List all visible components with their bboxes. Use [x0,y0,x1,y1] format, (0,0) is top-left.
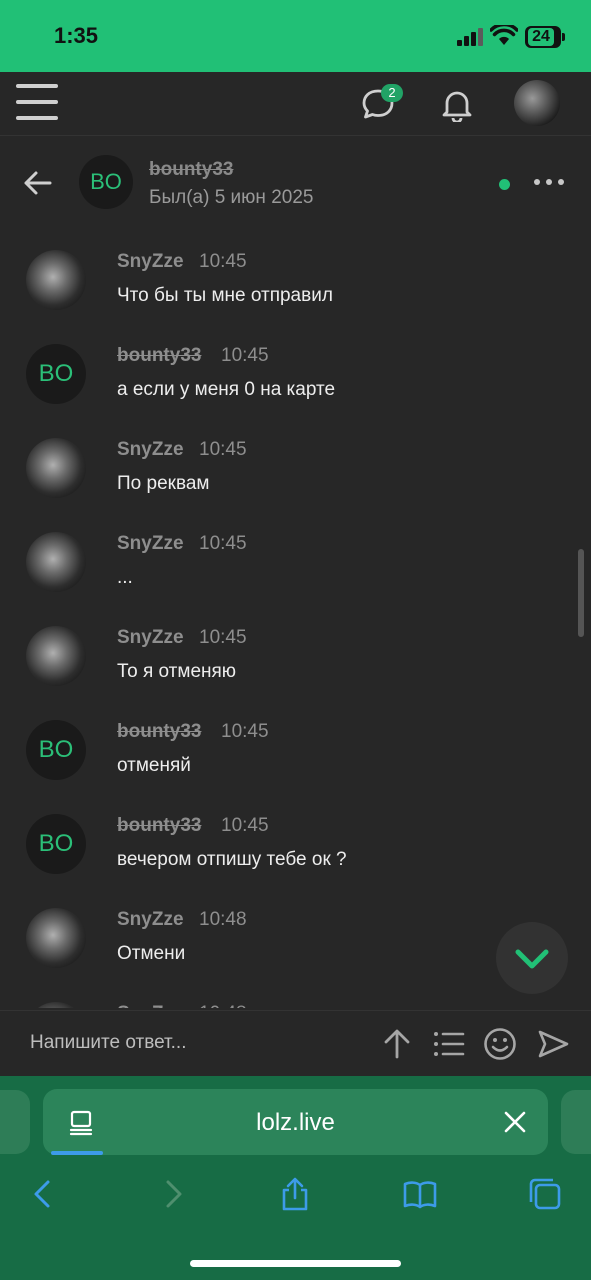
message-item[interactable]: BO bounty33 10:45 вечером отпишу тебе ок ? [0,800,591,894]
forward-arrow-icon[interactable] [154,1176,190,1212]
online-indicator [499,179,510,190]
message-time: 10:45 [221,721,269,742]
message-text: По реквам [117,473,210,494]
wifi-icon [490,25,518,45]
chevron-down-icon [515,949,549,969]
back-arrow-icon[interactable] [26,1176,62,1212]
message-item[interactable]: SnyZze 10:45 По реквам [0,424,591,518]
message-author[interactable]: bounty33 [117,345,201,367]
conversation-last-seen: Был(а) 5 июн 2025 [149,187,314,208]
arrow-up-icon[interactable] [380,1027,414,1061]
battery-level: 24 [528,28,554,46]
message-author[interactable]: SnyZze [117,251,184,273]
site-top-nav [0,72,591,136]
message-time: 10:45 [199,533,247,554]
message-text: Отмени [117,943,186,964]
close-icon[interactable] [501,1108,529,1136]
message-text: а если у меня 0 на карте [117,379,336,400]
message-text: вечером отпишу тебе ок ? [117,849,347,870]
conversation-avatar[interactable]: BO [79,155,133,209]
home-indicator [190,1260,401,1267]
message-avatar[interactable]: BO [26,720,86,780]
address-bar-url[interactable]: lolz.live [43,1109,548,1137]
message-author[interactable]: SnyZze [117,909,184,931]
next-tab[interactable] [561,1090,591,1154]
bookmarks-icon[interactable] [402,1176,438,1212]
share-icon[interactable] [277,1176,313,1212]
message-avatar[interactable]: BO [26,814,86,874]
message-time: 10:45 [221,815,269,836]
message-text: отменяй [117,755,191,776]
scroll-to-bottom-button[interactable] [496,922,568,994]
message-time: 10:48 [199,1003,247,1008]
tab-loading-indicator [51,1151,103,1155]
message-time: 10:45 [199,627,247,648]
current-tab[interactable]: lolz.live [43,1089,548,1155]
message-author[interactable]: SnyZze [117,1003,184,1008]
message-time: 10:45 [199,439,247,460]
status-bar: 1:35 24 [0,0,591,72]
conversation-name[interactable]: bounty33 [149,159,233,181]
message-item[interactable]: SnyZze 10:45... [0,518,591,612]
message-item[interactable]: SnyZze 10:45 То я отменяю [0,612,591,706]
menu-icon[interactable] [16,84,58,122]
message-list[interactable]: SnyZze 10:45 Что бы ты мне отправил BO bount… [0,236,591,1008]
reply-input[interactable] [30,1032,350,1054]
message-author[interactable]: bounty33 [117,721,201,743]
scrollbar-thumb[interactable] [578,549,584,637]
message-time: 10:48 [199,909,247,930]
message-text: ... [117,567,133,588]
back-icon[interactable] [22,167,54,199]
message-avatar[interactable] [26,438,86,498]
message-item[interactable]: BO bounty33 10:45 отменяй [0,706,591,800]
previous-tab[interactable] [0,1090,30,1154]
message-text: То я отменяю [117,661,237,682]
message-avatar[interactable]: BO [26,344,86,404]
message-author[interactable]: SnyZze [117,533,184,555]
bell-icon[interactable] [440,88,474,122]
user-avatar[interactable] [514,80,560,126]
message-author[interactable]: bounty33 [117,815,201,837]
conversation-header: BO bounty33 Был(а) 5 июн 2025 [0,137,591,233]
message-item[interactable]: BO bounty33 10:45 а если у меня 0 на карте [0,330,591,424]
message-avatar[interactable] [26,1002,86,1008]
message-text: Что бы ты мне отправил [117,285,333,306]
battery-icon: 24 [525,26,565,48]
message-avatar[interactable] [26,532,86,592]
message-avatar[interactable] [26,908,86,968]
chat-badge: 2 [381,84,403,102]
more-icon[interactable] [534,179,564,187]
message-time: 10:45 [199,251,247,272]
status-time: 1:35 [54,23,99,48]
browser-tab-strip: lolz.live [0,1076,591,1156]
message-avatar[interactable] [26,250,86,310]
message-item[interactable]: SnyZze 10:45 Что бы ты мне отправил [0,236,591,330]
reply-bar [0,1010,591,1076]
message-time: 10:45 [221,345,269,366]
smiley-icon[interactable] [483,1027,517,1061]
message-author[interactable]: SnyZze [117,439,184,461]
list-icon[interactable] [432,1027,466,1061]
tabs-icon[interactable] [527,1176,563,1212]
signal-icon [457,28,485,46]
message-author[interactable]: SnyZze [117,627,184,649]
message-avatar[interactable] [26,626,86,686]
send-icon[interactable] [536,1027,570,1061]
